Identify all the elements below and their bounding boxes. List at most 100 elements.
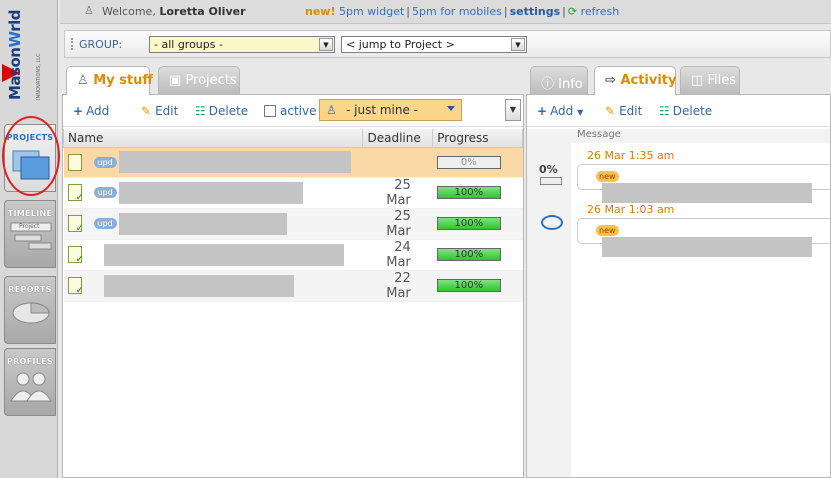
plus-icon: +: [73, 104, 84, 118]
task-name-cell: ✓: [63, 270, 363, 302]
top-bar: ♙ Welcome, Loretta Oliver new! 5pm widge…: [60, 0, 831, 24]
jump-to-project-select[interactable]: < jump to Project > ▼: [341, 36, 527, 53]
pencil-icon: ✎: [141, 104, 152, 118]
owner-filter-select[interactable]: ♙ - just mine -: [319, 99, 462, 121]
table-row[interactable]: upd 0%: [63, 147, 523, 178]
user-icon: ♙: [77, 73, 89, 88]
progress-label: 100%: [454, 187, 484, 198]
edit-button[interactable]: ✎ Edit: [141, 104, 178, 118]
tab-files[interactable]: ◫ Files: [680, 66, 740, 94]
nav-reports-button[interactable]: REPORTS: [4, 276, 56, 344]
users-icon: [10, 372, 52, 402]
user-icon: ♙: [84, 4, 94, 17]
redacted-text: [103, 243, 344, 266]
link-5pm-widget[interactable]: 5pm widget: [339, 5, 404, 18]
nav-profiles-label: PROFILES: [7, 357, 53, 366]
nav-timeline-label: TIMELINE: [7, 209, 53, 218]
chevron-down-icon: ▼: [577, 108, 584, 117]
trash-icon: ☷: [195, 104, 206, 118]
activity-delete-button[interactable]: ☷ Delete: [659, 104, 712, 118]
group-select[interactable]: - all groups - ▼: [149, 36, 335, 53]
table-row[interactable]: ✓ upd 25 Mar 100%: [63, 208, 523, 240]
grip-handle: [71, 38, 75, 50]
trash-icon: ☷: [659, 104, 670, 118]
progress-bar: 100%: [436, 248, 501, 261]
nav-profiles-button[interactable]: PROFILES: [4, 348, 56, 416]
task-name-cell: ✓ upd: [63, 208, 363, 240]
welcome-text: Welcome, Loretta Oliver: [102, 5, 246, 18]
deadline-cell: 22 Mar: [362, 270, 433, 302]
progress-cell: 100%: [432, 177, 523, 209]
task-doc-icon: ✓: [67, 277, 84, 296]
activity-message: new: [577, 164, 830, 203]
brand-tagline: INNOVATIONS, LLC: [36, 53, 42, 100]
chevron-down-icon: ▼: [511, 38, 525, 51]
active-checkbox[interactable]: [264, 105, 276, 117]
progress-label: 100%: [454, 280, 484, 291]
activity-item[interactable]: 26 Mar 1:03 am new: [577, 203, 830, 257]
add-button[interactable]: + Add: [73, 104, 109, 118]
redacted-text: [118, 151, 351, 173]
redacted-text: [602, 183, 812, 203]
link-settings[interactable]: settings: [510, 5, 561, 18]
new-badge: new!: [305, 5, 336, 18]
plus-icon: +: [537, 104, 548, 118]
folders-icon: [12, 150, 50, 180]
group-label: GROUP:: [79, 38, 123, 51]
tab-activity[interactable]: ⇨ Activity: [594, 66, 677, 95]
refresh-icon: ⟳: [567, 5, 578, 18]
link-5pm-mobiles[interactable]: 5pm for mobiles: [412, 5, 502, 18]
table-row[interactable]: ✓ upd 25 Mar 100%: [63, 177, 523, 209]
activity-progress-bar: [540, 177, 562, 185]
activity-progress-label: 0%: [539, 163, 558, 176]
table-row[interactable]: ✓ 24 Mar 100%: [63, 239, 523, 271]
nav-timeline-button[interactable]: TIMELINE Project: [4, 200, 56, 268]
col-header-deadline[interactable]: Deadline: [362, 129, 434, 148]
redacted-text: [602, 237, 812, 257]
activity-add-button[interactable]: + Add ▼: [537, 104, 583, 118]
deadline-cell: 24 Mar: [362, 239, 433, 271]
activity-icon: ⇨: [605, 73, 616, 88]
info-icon: ⓘ: [541, 77, 555, 92]
deadline-cell: [362, 147, 433, 178]
table-row[interactable]: ✓ 22 Mar 100%: [63, 270, 523, 302]
activity-time: 26 Mar 1:03 am: [587, 203, 675, 216]
col-header-progress[interactable]: Progress: [432, 129, 523, 148]
task-grid: Name Deadline Progress upd 0% ✓ upd 25 Mar 10…: [62, 129, 523, 302]
link-refresh[interactable]: refresh: [581, 5, 620, 18]
activity-time: 26 Mar 1:35 am: [587, 149, 675, 162]
activity-icon-strip: [527, 143, 571, 477]
nav-reports-label: REPORTS: [8, 285, 52, 294]
left-nav: MasonWrld INNOVATIONS, LLC PROJECTS TIME…: [0, 0, 60, 478]
activity-panel: + Add ▼ ✎ Edit ☷ Delete Message 0% 26 Mar 1…: [526, 94, 831, 478]
activity-item[interactable]: 26 Mar 1:35 am new: [577, 149, 830, 203]
message-column-header: Message: [527, 129, 830, 143]
tab-my-stuff[interactable]: ♙ My stuff: [66, 66, 153, 95]
nav-projects-button[interactable]: PROJECTS: [4, 124, 56, 192]
progress-bar: 100%: [436, 279, 501, 292]
updated-badge: upd: [93, 218, 117, 229]
pie-chart-icon: [12, 302, 50, 324]
new-badge: new: [596, 225, 619, 236]
progress-cell: 100%: [432, 270, 523, 302]
redacted-text: [103, 274, 294, 297]
right-toolbar: + Add ▼ ✎ Edit ☷ Delete: [527, 95, 830, 127]
columns-menu-button[interactable]: ▼: [505, 99, 521, 121]
redacted-text: [118, 181, 303, 204]
left-toolbar: + Add ✎ Edit ☷ Delete active ♙ - just mine …: [63, 95, 523, 127]
progress-label: 100%: [454, 249, 484, 260]
task-name-cell: ✓ upd: [63, 177, 363, 209]
task-doc-icon: ✓: [67, 184, 84, 203]
chevron-down-icon: [447, 106, 455, 111]
activity-edit-button[interactable]: ✎ Edit: [605, 104, 642, 118]
task-doc-icon: [67, 153, 82, 171]
tab-info[interactable]: ⓘ Info: [530, 66, 588, 94]
progress-bar: 100%: [436, 186, 501, 199]
tab-projects[interactable]: ▣ Projects: [158, 66, 240, 94]
chevron-down-icon: ▼: [319, 38, 333, 51]
group-bar: GROUP: - all groups - ▼ < jump to Projec…: [64, 30, 831, 58]
progress-cell: 100%: [432, 239, 523, 271]
col-header-name[interactable]: Name: [62, 129, 364, 148]
delete-button[interactable]: ☷ Delete: [195, 104, 248, 118]
progress-label: 0%: [460, 156, 477, 168]
